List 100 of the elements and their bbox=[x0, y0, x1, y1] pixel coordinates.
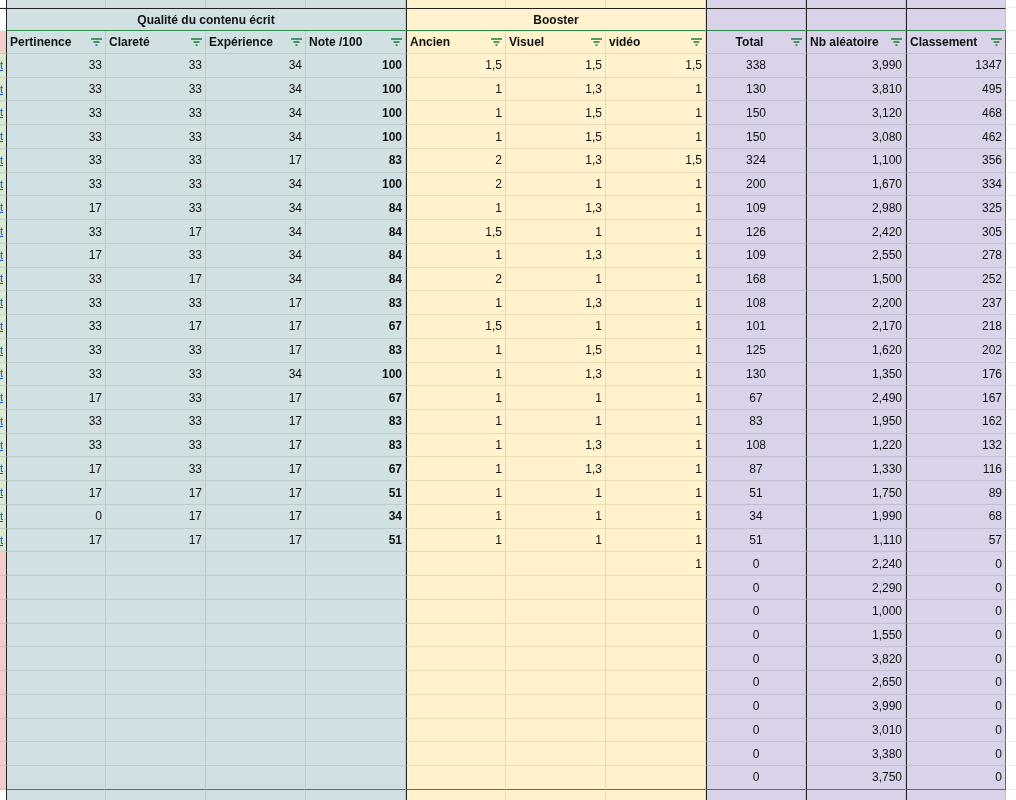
table-cell: 1 bbox=[406, 386, 506, 410]
table-cell: 51 bbox=[306, 528, 406, 553]
table-cell: 17 bbox=[206, 291, 306, 316]
link[interactable]: t bbox=[0, 463, 4, 475]
table-cell: 0 bbox=[906, 694, 1006, 719]
table-cell: 109 bbox=[706, 243, 806, 268]
table-cell: 1 bbox=[606, 457, 706, 482]
link[interactable]: t bbox=[0, 83, 4, 95]
table-cell: 1 bbox=[606, 433, 706, 458]
table-cell: 83 bbox=[306, 433, 406, 458]
table-cell: 17 bbox=[206, 457, 306, 482]
table-cell: 33 bbox=[6, 54, 106, 78]
link[interactable]: t bbox=[0, 297, 4, 309]
table-cell: 1 bbox=[406, 196, 506, 221]
group-title: Booster bbox=[533, 12, 579, 27]
table-cell: 67 bbox=[706, 386, 806, 410]
link[interactable]: t bbox=[0, 415, 4, 427]
table-cell: 33 bbox=[106, 54, 206, 78]
link[interactable]: t bbox=[0, 510, 4, 522]
table-cell: 0 bbox=[906, 766, 1006, 790]
table-cell: 3,010 bbox=[806, 718, 906, 743]
table-cell: 33 bbox=[6, 315, 106, 339]
table-cell: 1 bbox=[506, 220, 606, 244]
table-cell: 3,120 bbox=[806, 101, 906, 126]
table-cell: 325 bbox=[906, 196, 1006, 221]
table-cell: 1,3 bbox=[506, 148, 606, 173]
table-cell: 33 bbox=[106, 77, 206, 102]
link[interactable]: t bbox=[0, 439, 4, 451]
table-cell: 1 bbox=[406, 410, 506, 434]
column-header-label: Expérience bbox=[209, 35, 274, 49]
table-cell: 67 bbox=[306, 315, 406, 339]
link[interactable]: t bbox=[0, 320, 4, 332]
table-cell: 130 bbox=[706, 77, 806, 102]
table-cell: 33 bbox=[106, 433, 206, 458]
link[interactable]: t bbox=[0, 392, 4, 404]
table-cell: 33 bbox=[6, 338, 106, 363]
table-cell: 1,500 bbox=[806, 267, 906, 292]
table-cell: 1,3 bbox=[506, 196, 606, 221]
table-cell: 3,990 bbox=[806, 694, 906, 719]
link[interactable]: t bbox=[0, 107, 4, 119]
table-cell: 100 bbox=[306, 101, 406, 126]
table-cell: 0 bbox=[706, 766, 806, 790]
table-cell: 252 bbox=[906, 267, 1006, 292]
table-cell: 1 bbox=[606, 77, 706, 102]
link[interactable]: t bbox=[0, 368, 4, 380]
table-cell: 1,3 bbox=[506, 291, 606, 316]
link[interactable]: t bbox=[0, 59, 4, 71]
table-cell: 2 bbox=[406, 172, 506, 197]
table-cell: 1,330 bbox=[806, 457, 906, 482]
table-cell: 0 bbox=[706, 742, 806, 767]
table-cell: 1 bbox=[406, 338, 506, 363]
table-cell: 68 bbox=[906, 504, 1006, 529]
link[interactable]: t bbox=[0, 154, 4, 166]
link[interactable]: t bbox=[0, 273, 4, 285]
table-cell: 0 bbox=[706, 647, 806, 672]
column-header-label: Visuel bbox=[509, 35, 545, 49]
link[interactable]: t bbox=[0, 344, 4, 356]
table-cell: 2,170 bbox=[806, 315, 906, 339]
table-cell: 218 bbox=[906, 315, 1006, 339]
table-cell: 1 bbox=[606, 528, 706, 553]
table-cell: 176 bbox=[906, 362, 1006, 387]
table-cell: 1 bbox=[406, 481, 506, 505]
table-cell: 33 bbox=[106, 457, 206, 482]
table-cell: 0 bbox=[6, 504, 106, 529]
link[interactable]: t bbox=[0, 534, 4, 546]
table-cell: 1 bbox=[606, 220, 706, 244]
table-cell: 1 bbox=[606, 338, 706, 363]
table-cell: 334 bbox=[906, 172, 1006, 197]
table-cell: 57 bbox=[906, 528, 1006, 553]
link[interactable]: t bbox=[0, 178, 4, 190]
table-cell: 0 bbox=[706, 718, 806, 743]
table-cell: 33 bbox=[106, 291, 206, 316]
table-cell: 89 bbox=[906, 481, 1006, 505]
table-cell: 0 bbox=[906, 599, 1006, 624]
table-cell: 3,990 bbox=[806, 54, 906, 78]
table-cell: 1 bbox=[506, 172, 606, 197]
table-cell: 132 bbox=[906, 433, 1006, 458]
table-cell: 100 bbox=[306, 54, 406, 78]
link[interactable]: t bbox=[0, 249, 4, 261]
table-cell: 33 bbox=[6, 220, 106, 244]
table-cell: 1 bbox=[406, 457, 506, 482]
link[interactable]: t bbox=[0, 202, 4, 214]
link[interactable]: t bbox=[0, 131, 4, 143]
table-cell: 109 bbox=[706, 196, 806, 221]
link[interactable]: t bbox=[0, 226, 4, 237]
table-cell: 1,750 bbox=[806, 481, 906, 505]
link[interactable]: t bbox=[0, 487, 4, 499]
table-cell: 33 bbox=[106, 196, 206, 221]
table-cell: 3,820 bbox=[806, 647, 906, 672]
table-cell: 1 bbox=[606, 101, 706, 126]
table-cell: 33 bbox=[6, 172, 106, 197]
table-cell: 84 bbox=[306, 243, 406, 268]
table-cell: 17 bbox=[206, 386, 306, 410]
table-cell: 1,5 bbox=[506, 125, 606, 149]
table-cell: 338 bbox=[706, 54, 806, 78]
table-cell: 3,080 bbox=[806, 125, 906, 149]
table-cell: 1 bbox=[606, 291, 706, 316]
table-cell: 1 bbox=[406, 243, 506, 268]
table-cell: 324 bbox=[706, 148, 806, 173]
table-cell: 356 bbox=[906, 148, 1006, 173]
